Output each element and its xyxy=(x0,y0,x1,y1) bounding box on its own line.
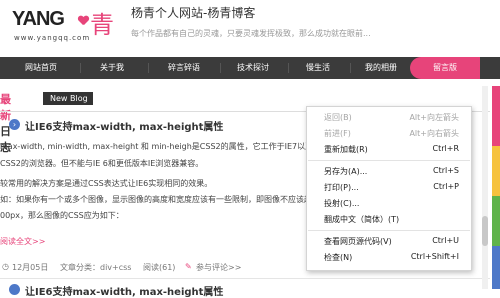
menu-separator xyxy=(308,230,470,231)
nav-item-home[interactable]: 网站首页 xyxy=(10,57,72,79)
site-subtitle: 每个作品都有自己的灵魂，只要灵魂发挥极致，那么成功就在眼前... xyxy=(131,29,371,38)
post-excerpt-line: max-width, min-width, max-height 和 min-h… xyxy=(0,142,330,151)
menu-item-shortcut: Ctrl+S xyxy=(432,166,459,175)
menu-item-inspect[interactable]: 检查(N) Ctrl+Shift+I xyxy=(307,250,471,266)
menu-item-shortcut: Alt+向右箭头 xyxy=(409,129,459,138)
post-bullet-icon: › xyxy=(9,119,20,130)
heart-icon xyxy=(78,16,88,26)
scrollbar[interactable] xyxy=(482,86,488,289)
nav-item-guestbook[interactable]: 留言版 xyxy=(410,57,480,79)
menu-item-save-as[interactable]: 另存为(A)... Ctrl+S xyxy=(307,164,471,180)
menu-item-label: 另存为(A)... xyxy=(324,167,368,176)
nav-divider xyxy=(80,63,81,73)
menu-item-cast[interactable]: 投射(C)... xyxy=(307,196,471,212)
menu-separator xyxy=(308,160,470,161)
post-bullet-icon xyxy=(9,284,20,295)
menu-item-label: 打印(P)... xyxy=(324,183,359,192)
side-color-strip xyxy=(492,86,500,289)
nav-item-notes[interactable]: 碎言碎语 xyxy=(150,57,218,79)
menu-item-label: 重新加载(R) xyxy=(324,145,368,154)
nav-divider xyxy=(148,63,149,73)
menu-item-label: 查看网页源代码(V) xyxy=(324,237,392,246)
post-category[interactable]: 文章分类：div+css xyxy=(60,262,131,273)
comment-icon: ✎ xyxy=(185,262,192,271)
logo-char: 青 xyxy=(90,11,114,39)
nav-divider xyxy=(350,63,351,73)
strip-yellow xyxy=(492,146,500,196)
menu-item-shortcut: Ctrl+R xyxy=(432,144,460,153)
menu-item-translate[interactable]: 翻成中文（简体）(T) xyxy=(307,212,471,228)
menu-item-print[interactable]: 打印(P)... Ctrl+P xyxy=(307,180,471,196)
scrollbar-thumb[interactable] xyxy=(482,216,488,246)
context-menu: 返回(B) Alt+向左箭头 前进(F) Alt+向右箭头 重新加载(R) Ct… xyxy=(306,106,472,271)
post-excerpt-line: 00px，那么图像的CSS应为如下： xyxy=(0,211,124,220)
menu-item-label: 返回(B) xyxy=(324,113,352,122)
site-header: YANG 青 www.yangqq.com 杨青个人网站-杨青博客 每个作品都有… xyxy=(0,0,500,52)
strip-green xyxy=(492,196,500,246)
post-excerpt-line: 如：如果你有一个或多个图像，显示图像的高度和宽度应该有一些限制，即图像不应该超 xyxy=(0,195,312,204)
menu-item-shortcut: Ctrl+Shift+I xyxy=(410,252,459,261)
nav-item-life[interactable]: 慢生活 xyxy=(290,57,346,79)
menu-item-back[interactable]: 返回(B) Alt+向左箭头 xyxy=(307,110,471,126)
menu-item-shortcut: Ctrl+U xyxy=(432,236,459,245)
site-title: 杨青个人网站-杨青博客 xyxy=(131,6,256,20)
strip-pink xyxy=(492,86,500,146)
logo-text: YANG xyxy=(12,8,65,30)
nav-item-about[interactable]: 关于我 xyxy=(82,57,142,79)
main-nav: 网站首页 关于我 碎言碎语 技术探讨 慢生活 我的相册 留言版 xyxy=(0,57,500,79)
post-title[interactable]: 让IE6支持max-width, max-height属性 xyxy=(25,118,223,133)
read-more-link[interactable]: 阅读全文>> xyxy=(0,236,45,247)
divider xyxy=(0,278,490,279)
site-logo[interactable]: YANG 青 www.yangqq.com xyxy=(12,8,120,46)
menu-item-view-source[interactable]: 查看网页源代码(V) Ctrl+U xyxy=(307,234,471,250)
post-title[interactable]: 让IE6支持max-width, max-height属性 xyxy=(25,283,223,298)
strip-blue xyxy=(492,246,500,289)
nav-item-album[interactable]: 我的相册 xyxy=(352,57,410,79)
logo-url: www.yangqq.com xyxy=(14,34,91,42)
nav-item-tech[interactable]: 技术探讨 xyxy=(222,57,284,79)
post-date: 12月05日 xyxy=(12,263,49,272)
clock-icon: ◷ xyxy=(2,262,9,271)
post-views: 阅读(61) xyxy=(143,263,176,272)
menu-item-label: 投射(C)... xyxy=(324,199,360,208)
post-comments-link[interactable]: 参与评论>> xyxy=(196,262,241,273)
section-title-highlight: 最新 xyxy=(0,93,11,122)
menu-item-label: 检查(N) xyxy=(324,253,353,262)
nav-divider xyxy=(220,63,221,73)
post-excerpt-line: 较常用的解决方案是通过CSS表达式让IE6实现相同的效果。 xyxy=(0,179,213,188)
menu-item-reload[interactable]: 重新加载(R) Ctrl+R xyxy=(307,142,471,158)
section-title-en: New Blog xyxy=(43,92,93,105)
menu-item-shortcut: Ctrl+P xyxy=(433,182,459,191)
post-excerpt-line: CSS2的浏览器。但不能与IE 6和更低版本IE浏览器兼容。 xyxy=(0,159,204,168)
menu-item-label: 前进(F) xyxy=(324,129,351,138)
menu-item-forward[interactable]: 前进(F) Alt+向右箭头 xyxy=(307,126,471,142)
menu-item-label: 翻成中文（简体）(T) xyxy=(324,215,400,224)
nav-divider xyxy=(288,63,289,73)
menu-item-shortcut: Alt+向左箭头 xyxy=(409,113,459,122)
